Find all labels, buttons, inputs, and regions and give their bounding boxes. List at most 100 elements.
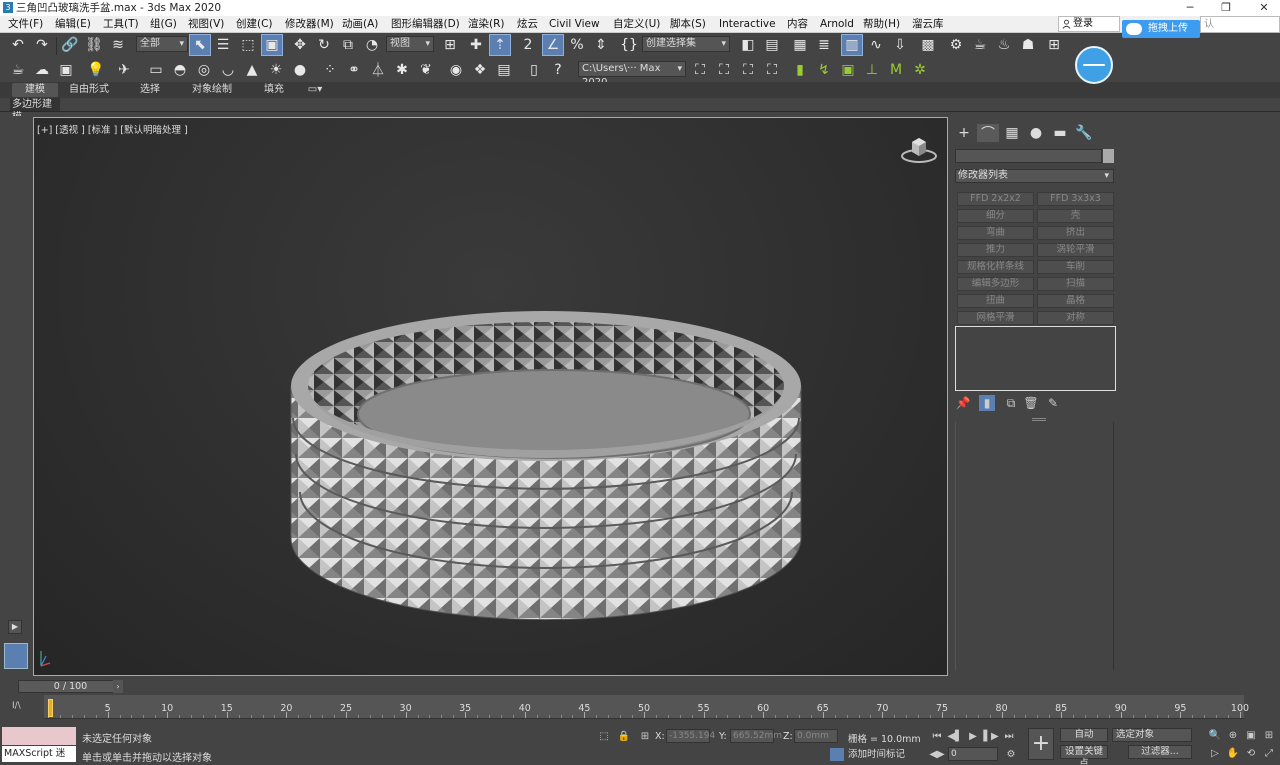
tool-b-icon[interactable]: ⛶ <box>714 60 734 80</box>
current-frame-spinner[interactable]: 0 <box>948 747 998 761</box>
object-color-swatch[interactable] <box>1103 149 1114 163</box>
splitter-handle[interactable] <box>1032 418 1046 421</box>
dome-icon[interactable]: ◓ <box>170 60 190 80</box>
viewport-layout-icon[interactable] <box>4 643 28 669</box>
plugin-a-icon[interactable]: ▮ <box>790 60 810 80</box>
light-icon[interactable]: 💡 <box>86 60 106 80</box>
mod-shell-button[interactable]: 壳 <box>1037 209 1114 223</box>
frame-counter[interactable]: 0 / 100 <box>18 680 123 693</box>
gear-icon[interactable]: ✱ <box>392 60 412 80</box>
grid-icon[interactable]: ⊞ <box>1044 35 1064 55</box>
bowl-icon[interactable]: ◡ <box>218 60 238 80</box>
ribbon-options-button[interactable]: ▭▾ <box>304 83 326 97</box>
menu-views[interactable]: 视图(V) <box>188 17 224 31</box>
previous-frame-icon[interactable]: ◀▌ <box>947 729 962 743</box>
menu-create[interactable]: 创建(C) <box>236 17 273 31</box>
menu-file[interactable]: 文件(F) <box>8 17 43 31</box>
next-frame-arrow[interactable]: › <box>113 680 123 693</box>
redo-icon[interactable]: ↷ <box>32 35 52 55</box>
menu-tools[interactable]: 工具(T) <box>103 17 139 31</box>
image-icon[interactable]: ▣ <box>56 60 76 80</box>
viewcube-icon[interactable] <box>899 134 939 166</box>
plant-icon[interactable]: ❦ <box>416 60 436 80</box>
material-editor-icon[interactable]: ▩ <box>918 35 938 55</box>
basin-model[interactable] <box>34 118 948 676</box>
mod-push-button[interactable]: 推力 <box>957 243 1034 257</box>
login-field[interactable]: 登录 <box>1058 16 1120 32</box>
curve-toggle-icon[interactable]: I∕\ <box>12 701 21 711</box>
cone-icon[interactable]: ▲ <box>242 60 262 80</box>
named-selection-dropdown[interactable]: 创建选择集 <box>642 36 730 52</box>
menu-graph-editors[interactable]: 图形编辑器(D) <box>391 17 460 31</box>
edit-named-sel-icon[interactable]: {} <box>619 35 639 55</box>
tab-selection[interactable]: 选择 <box>132 83 168 97</box>
x-coordinate-field[interactable]: -1355.194 <box>666 729 715 743</box>
key-filters-button[interactable]: 过滤器... <box>1128 745 1192 759</box>
mod-twist-button[interactable]: 扭曲 <box>957 294 1034 308</box>
keyboard-shortcut-icon[interactable]: ⇡ <box>489 34 511 56</box>
camera-icon[interactable]: ✈ <box>114 60 134 80</box>
pin-stack-icon[interactable]: 📌 <box>955 395 971 411</box>
set-key-button[interactable]: 设置关键点 <box>1060 745 1108 765</box>
mod-meshsmooth-button[interactable]: 网格平滑 <box>957 311 1034 325</box>
mod-symmetry-button[interactable]: 对称 <box>1037 311 1114 325</box>
mod-lathe-button[interactable]: 车削 <box>1037 260 1114 274</box>
menu-arnold[interactable]: Arnold <box>820 17 854 31</box>
go-to-end-icon[interactable]: ⏭ <box>1002 729 1016 743</box>
tab-freeform[interactable]: 自由形式 <box>64 83 114 97</box>
avatar[interactable] <box>1075 46 1113 84</box>
timeline-ruler[interactable]: 5 10 15 20 25 30 35 40 45 50 55 60 65 70 75 80 85 90 95 100 <box>44 695 1249 719</box>
fov-icon[interactable]: ▷ <box>1208 746 1222 760</box>
motion-tab-icon[interactable]: ● <box>1025 124 1047 142</box>
tab-populate[interactable]: 填充 <box>258 83 290 97</box>
close-button[interactable]: ✕ <box>1250 0 1278 16</box>
auto-key-button[interactable]: 自动 <box>1060 728 1108 742</box>
perspective-viewport[interactable]: [+] [透视 ] [标准 ] [默认明暗处理 ] <box>33 117 948 676</box>
plugin-e-icon[interactable]: M <box>886 60 906 80</box>
mod-sweep-button[interactable]: 扫描 <box>1037 277 1114 291</box>
display-tab-icon[interactable]: ▬ <box>1049 124 1071 142</box>
scatter-icon[interactable]: ⁘ <box>320 60 340 80</box>
time-config-icon[interactable]: ⚙ <box>1004 747 1018 761</box>
mod-lattice-button[interactable]: 晶格 <box>1037 294 1114 308</box>
layer-explorer-icon[interactable]: ≣ <box>814 35 834 55</box>
play-icon[interactable]: ▶ <box>966 729 980 743</box>
render-iterative-icon[interactable]: ☗ <box>1018 35 1038 55</box>
render-setup-icon[interactable]: ⚙ <box>946 35 966 55</box>
window-crossing-icon[interactable]: ▣ <box>261 34 283 56</box>
rect-select-icon[interactable]: ⬚ <box>238 35 258 55</box>
object-name-input[interactable] <box>955 149 1102 163</box>
render-icon[interactable]: ♨ <box>994 35 1014 55</box>
cloud-shape-icon[interactable]: ☁ <box>32 60 52 80</box>
menu-xuanyun[interactable]: 炫云 <box>517 17 538 31</box>
lock-selection-icon[interactable]: 🔒 <box>617 729 631 743</box>
tripod-icon[interactable]: ⏃ <box>368 60 388 80</box>
menu-group[interactable]: 组(G) <box>150 17 177 31</box>
project-path-dropdown[interactable]: C:\Users\··· Max 2020 <box>578 61 686 88</box>
menu-animation[interactable]: 动画(A) <box>342 17 378 31</box>
schematic-icon[interactable]: ⇩ <box>890 35 910 55</box>
show-end-result-icon[interactable]: ▮ <box>979 395 995 411</box>
mod-normalize-spline-button[interactable]: 规格化样条线 <box>957 260 1034 274</box>
mod-ffd3-button[interactable]: FFD 3x3x3 <box>1037 192 1114 206</box>
minimize-button[interactable]: ─ <box>1176 0 1204 16</box>
next-frame-icon[interactable]: ▌▶ <box>983 729 998 743</box>
upload-button[interactable]: 拖拽上传 <box>1122 20 1200 38</box>
unlink-icon[interactable]: ⛓ <box>84 35 104 55</box>
zoom-extents-icon[interactable]: ▣ <box>1244 728 1258 742</box>
plugin-c-icon[interactable]: ▣ <box>838 60 858 80</box>
menu-rendering[interactable]: 渲染(R) <box>468 17 505 31</box>
sun-icon[interactable]: ☀ <box>266 60 286 80</box>
orbit-icon[interactable]: ⟲ <box>1244 746 1258 760</box>
go-to-start-icon[interactable]: ⏮ <box>930 729 944 743</box>
isolate-icon[interactable]: ⬚ <box>597 729 611 743</box>
percent-snap-icon[interactable]: % <box>567 35 587 55</box>
maximize-viewport-icon[interactable]: ⤢ <box>1262 746 1276 760</box>
menu-help[interactable]: 帮助(H) <box>863 17 900 31</box>
y-coordinate-field[interactable]: 665.52mm <box>730 729 782 743</box>
tool-d-icon[interactable]: ⛶ <box>762 60 782 80</box>
menu-modifiers[interactable]: 修改器(M) <box>285 17 334 31</box>
select-by-name-icon[interactable]: ☰ <box>213 35 233 55</box>
rendered-frame-icon[interactable]: ☕ <box>970 35 990 55</box>
ref-coord-dropdown[interactable]: 视图 <box>386 36 434 52</box>
